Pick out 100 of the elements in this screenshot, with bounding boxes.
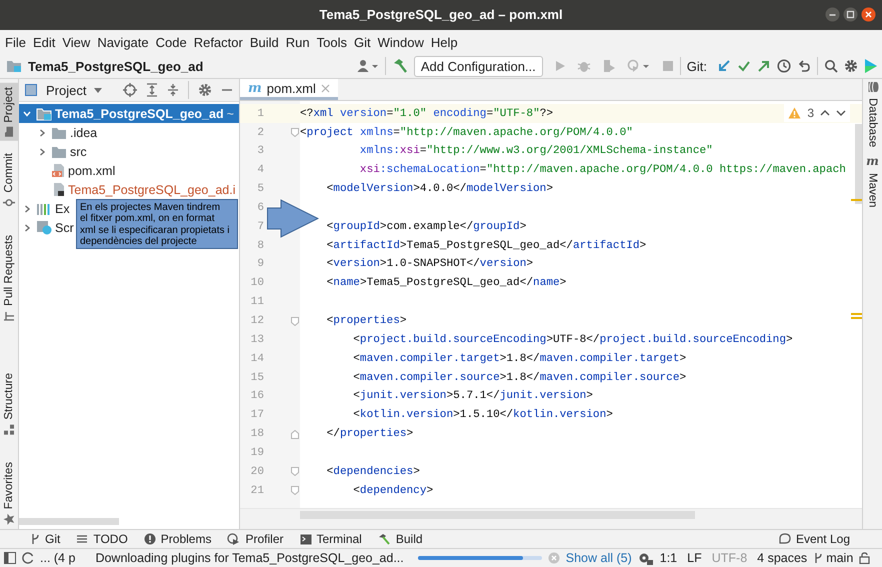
tree-item[interactable]: pom.xml [19, 161, 116, 180]
line-number: 1 [256, 108, 264, 120]
code-line: <junit.version>5.7.1</junit.version> [352, 390, 593, 402]
code-line: <name>Tema5_PostgreSQL_geo_ad</name> [326, 277, 566, 290]
code-line: <kotlin.version>1.5.10</kotlin.version> [352, 409, 613, 422]
tree-item[interactable]: Tema5_PostgreSQL_geo_ad.i [19, 180, 236, 200]
tree-item[interactable]: .idea [19, 123, 98, 142]
tool-window-tab[interactable]: Pull Requests [0, 231, 18, 326]
database-icon [866, 81, 878, 94]
hammer-icon[interactable] [392, 58, 408, 74]
code-line: <dependencies> [326, 466, 420, 478]
menu-item[interactable]: Build [250, 34, 279, 50]
window-title: Tema5_PostgreSQL_geo_ad – pom.xml [319, 7, 563, 22]
menu-item[interactable]: Window [378, 34, 424, 50]
line-number: 18 [250, 428, 264, 440]
caret-position[interactable]: 1:1 [660, 551, 678, 566]
scrollbar-thumb[interactable] [855, 124, 862, 204]
callout-note: En els projectes Maven tindrem el fitxer pom.xml, on en format xml se li especificaran propietats i dependències del projecte [76, 199, 238, 249]
menu-item[interactable]: Code [156, 34, 187, 50]
panel-toggle-icon[interactable] [4, 552, 16, 564]
fold-marker-icon[interactable] [291, 316, 299, 326]
run-configuration-button[interactable]: Add Configuration... [414, 56, 543, 77]
inspector-icon[interactable] [638, 552, 654, 565]
lock-icon[interactable] [859, 552, 870, 564]
process-count[interactable]: ... (4 p [40, 551, 76, 566]
tool-window-button[interactable]: Git [22, 532, 68, 546]
tool-window-button[interactable]: Profiler [219, 532, 292, 546]
caret-icon [94, 88, 102, 93]
tool-window-tab[interactable]: Project [0, 83, 18, 142]
menu-item[interactable]: Run [286, 34, 310, 50]
folder-icon [4, 126, 14, 138]
arrow-drawing [267, 199, 319, 238]
fold-marker-icon[interactable] [291, 467, 299, 476]
menu-item[interactable]: Git [354, 34, 371, 50]
check-icon[interactable] [737, 59, 751, 74]
code-line: <maven.compiler.target>1.8</maven.compiler.target> [352, 352, 686, 365]
tool-window-button[interactable]: Terminal [292, 532, 370, 546]
warning-icon [788, 107, 802, 120]
fold-marker-icon[interactable] [291, 128, 299, 138]
panel-icon [25, 84, 37, 96]
line-number: 14 [250, 352, 264, 365]
tree-item[interactable]: src [19, 142, 87, 162]
terminal-icon [300, 534, 312, 545]
menu-item[interactable]: Help [430, 34, 458, 50]
line-number: 19 [250, 446, 264, 459]
hammer-icon [378, 532, 391, 546]
line-number: 11 [250, 296, 264, 308]
chevron-up-icon[interactable] [820, 109, 830, 118]
maven-icon: m [866, 154, 879, 168]
user-menu-icon[interactable] [356, 59, 379, 74]
tool-window-button[interactable]: Problems [136, 532, 220, 546]
collapse-all-icon[interactable] [167, 83, 179, 98]
search-icon[interactable] [824, 59, 838, 74]
chevron-down-icon[interactable] [836, 109, 846, 118]
tree-item[interactable]: Ex [19, 199, 70, 218]
tool-window-button[interactable]: Build [370, 532, 431, 546]
library-icon [36, 202, 52, 216]
update-arrow-icon[interactable] [717, 59, 731, 74]
push-arrow-icon[interactable] [757, 59, 771, 74]
line-number: 7 [256, 220, 264, 233]
clock-icon[interactable] [777, 59, 791, 74]
fold-marker-icon[interactable] [291, 486, 299, 496]
locate-icon[interactable] [123, 83, 137, 98]
editor-tab[interactable]: m pom.xml [240, 79, 338, 100]
tool-window-button[interactable]: TODO [68, 532, 136, 546]
module-folder-icon [6, 59, 22, 74]
expand-all-icon[interactable] [146, 83, 158, 98]
event-log-button[interactable]: Event Log [770, 532, 858, 546]
tool-window-tab[interactable]: Structure [0, 368, 18, 440]
git-branch[interactable]: main [826, 551, 854, 566]
line-number: 4 [256, 164, 264, 176]
maximize-button[interactable] [843, 7, 858, 22]
menu-item[interactable]: Navigate [97, 34, 149, 50]
menu-item[interactable]: Edit [32, 34, 56, 50]
line-separator[interactable]: LF [687, 551, 702, 566]
code-line: <?xml version="1.0" encoding="UTF-8"?> [300, 108, 554, 120]
undo-icon[interactable] [797, 59, 811, 74]
file-icon [51, 182, 65, 198]
menu-item[interactable]: Refactor [194, 34, 243, 50]
settings-icon[interactable] [198, 83, 212, 98]
profiler-icon [227, 532, 240, 546]
menu-item[interactable]: File [5, 34, 26, 50]
xml-file-icon [51, 163, 65, 178]
menu-item[interactable]: Tools [316, 34, 347, 50]
minimize-button[interactable] [825, 7, 840, 22]
structure-icon [3, 423, 15, 436]
menu-item[interactable]: View [62, 34, 90, 50]
view-dropdown[interactable]: Project [46, 82, 102, 98]
show-all-link[interactable]: Show all (5) [566, 551, 632, 566]
scrollbar-thumb[interactable] [19, 518, 119, 526]
settings-icon[interactable] [844, 59, 858, 74]
indent-setting[interactable]: 4 spaces [757, 551, 808, 566]
close-button[interactable] [861, 7, 876, 22]
tool-window-tab[interactable]: Database [866, 81, 878, 148]
tree-item[interactable]: Tema5_PostgreSQL_geo_ad ~ [19, 104, 239, 124]
fold-marker-icon[interactable] [291, 430, 299, 439]
tool-window-tab[interactable]: Commit [0, 148, 18, 212]
tool-window-tab[interactable]: Favorites [0, 458, 18, 530]
tool-window-tab[interactable]: m Maven [866, 154, 879, 208]
tree-item[interactable]: Scr [19, 218, 74, 238]
